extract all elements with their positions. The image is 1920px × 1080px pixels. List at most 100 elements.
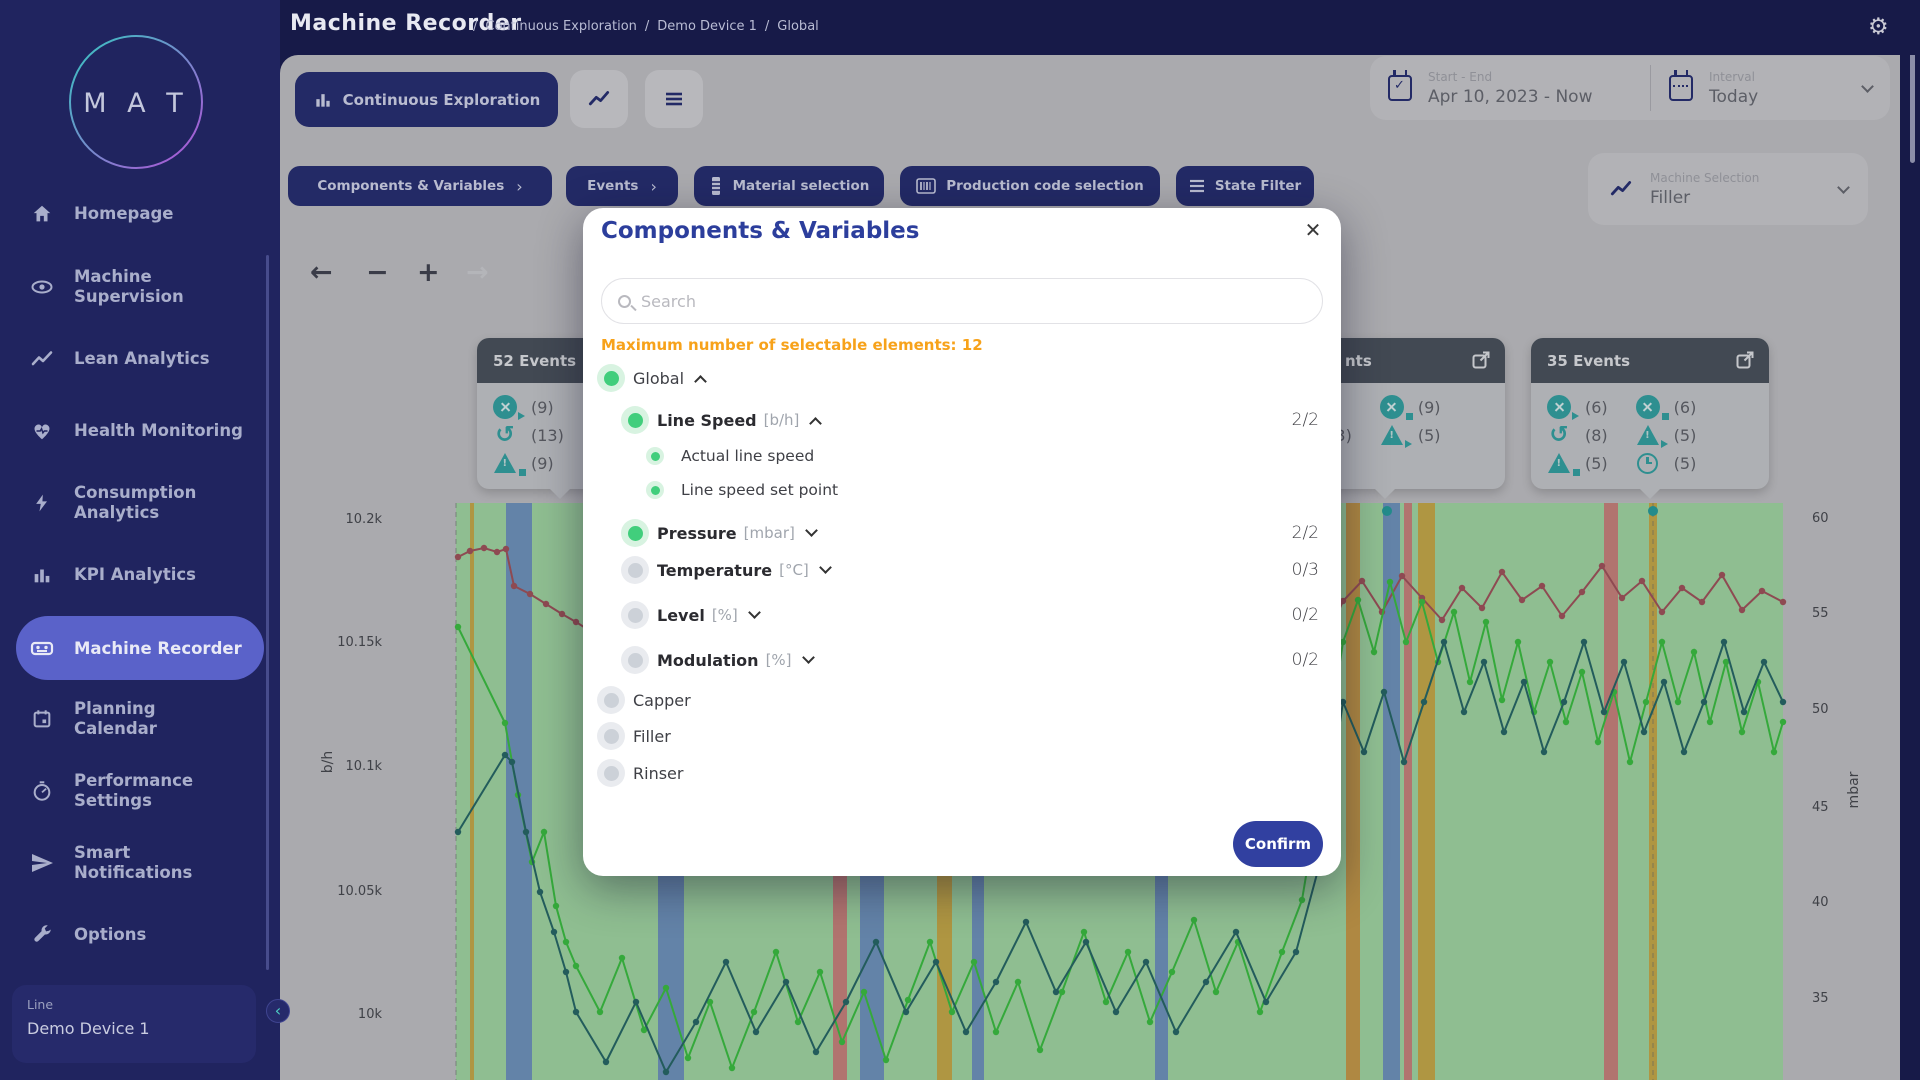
events-card-title: 52 Events <box>493 352 576 370</box>
tree-item-pressure[interactable]: Pressure [mbar] 2/2 <box>583 518 1341 548</box>
radio-unselected-icon[interactable] <box>621 601 649 629</box>
radio-selected-icon[interactable] <box>621 519 649 547</box>
close-icon[interactable]: ✕ <box>1299 216 1327 244</box>
forward-arrow-button[interactable]: → <box>466 255 489 291</box>
date-range-picker[interactable]: ✓ Start - End Apr 10, 2023 - Now <box>1370 56 1650 120</box>
sidebar-item-consumption-analytics[interactable]: Consumption Analytics <box>30 483 254 523</box>
radio-unselected-icon[interactable] <box>621 556 649 584</box>
breadcrumb-item[interactable]: Continuous Exploration <box>485 19 637 34</box>
warning-square-icon <box>1545 450 1573 476</box>
radio-selected-icon[interactable] <box>646 481 664 499</box>
chevron-right-icon: › <box>650 177 656 196</box>
breadcrumb-item[interactable]: Demo Device 1 <box>657 19 757 34</box>
settings-gear-icon[interactable]: ⚙ <box>1868 13 1889 41</box>
chevron-up-icon[interactable] <box>694 375 707 388</box>
card-pointer <box>1639 488 1661 499</box>
mat-logo: M A T <box>68 34 204 170</box>
search-input[interactable] <box>641 292 1306 311</box>
event-badge: ↺ (8) <box>1545 421 1608 449</box>
filter-components-variables[interactable]: Components & Variables › <box>288 166 552 206</box>
filter-production-code[interactable]: Production code selection <box>900 166 1160 206</box>
warning-play-icon <box>1378 422 1406 448</box>
tree-item-global[interactable]: Global <box>583 363 1341 393</box>
tree-item-modulation[interactable]: Modulation [%] 0/2 <box>583 645 1341 675</box>
sidebar-item-machine-supervision[interactable]: Machine Supervision <box>30 267 254 307</box>
breadcrumb: / Continuous Exploration / Demo Device 1… <box>473 19 819 34</box>
list-view-button[interactable] <box>645 70 703 128</box>
chevron-down-icon[interactable] <box>805 524 818 537</box>
sidebar-item-label: Consumption Analytics <box>74 483 224 523</box>
sidebar-item-label: Lean Analytics <box>74 349 210 369</box>
sidebar-item-options[interactable]: Options <box>30 923 254 947</box>
sidebar-item-planning-calendar[interactable]: Planning Calendar <box>30 699 254 739</box>
sidebar-item-performance-settings[interactable]: Performance Settings <box>30 771 254 811</box>
sidebar-item-health-monitoring[interactable]: Health Monitoring <box>30 419 254 443</box>
selection-count: 2/2 <box>1292 523 1319 543</box>
max-elements-note: Maximum number of selectable elements: 1… <box>601 336 983 354</box>
event-badge: (5) <box>1545 449 1608 477</box>
hamburger-icon <box>662 87 686 111</box>
zoom-out-button[interactable]: − <box>366 255 389 291</box>
event-badge: (9) <box>1378 393 1441 421</box>
error-circle-play-icon <box>491 394 519 420</box>
sidebar-item-homepage[interactable]: Homepage <box>30 202 254 226</box>
tree-item-capper[interactable]: Capper <box>583 685 1341 715</box>
interval-label: Interval <box>1709 70 1758 84</box>
tree-item-line-speed[interactable]: Line Speed [b/h] 2/2 <box>583 405 1341 435</box>
breadcrumb-item[interactable]: Global <box>777 19 818 34</box>
error-circle-square-icon <box>1634 394 1662 420</box>
chevron-down-icon[interactable] <box>802 651 815 664</box>
chevron-down-icon[interactable] <box>748 606 761 619</box>
filter-state[interactable]: State Filter <box>1176 166 1314 206</box>
sidebar-item-label: KPI Analytics <box>74 565 196 585</box>
sidebar-item-label: Health Monitoring <box>74 421 243 441</box>
page-scrollbar[interactable] <box>1910 48 1915 163</box>
radio-selected-icon[interactable] <box>597 364 625 392</box>
sidebar-item-label: Planning Calendar <box>74 699 224 739</box>
open-in-new-icon[interactable] <box>1735 350 1755 370</box>
tree-item-temperature[interactable]: Temperature [°C] 0/3 <box>583 555 1341 585</box>
trend-icon <box>1608 176 1634 202</box>
zoom-in-button[interactable]: + <box>417 255 440 291</box>
sidebar-collapse-button[interactable]: ‹ <box>266 999 290 1023</box>
interval-select[interactable]: Interval Today <box>1651 56 1890 120</box>
tab-continuous-exploration[interactable]: Continuous Exploration <box>295 72 558 127</box>
open-in-new-icon[interactable] <box>1471 350 1491 370</box>
line-view-button[interactable] <box>570 70 628 128</box>
tree-item-rinser[interactable]: Rinser <box>583 758 1341 788</box>
components-variables-modal: Components & Variables ✕ Maximum number … <box>583 208 1341 876</box>
sidebar-item-kpi-analytics[interactable]: KPI Analytics <box>30 563 254 587</box>
sidebar-scrollbar[interactable] <box>266 255 269 970</box>
search-icon <box>618 295 631 308</box>
sidebar-item-lean-analytics[interactable]: Lean Analytics <box>30 347 254 371</box>
radio-unselected-icon[interactable] <box>621 646 649 674</box>
confirm-button[interactable]: Confirm <box>1233 821 1323 867</box>
event-badge: (5) <box>1378 421 1441 449</box>
back-arrow-button[interactable]: ← <box>310 255 333 291</box>
filter-label: Events <box>587 178 638 194</box>
chevron-down-icon[interactable] <box>819 561 832 574</box>
sidebar-item-label: Machine Supervision <box>74 267 224 307</box>
chevron-up-icon[interactable] <box>810 417 823 430</box>
radio-unselected-icon[interactable] <box>597 759 625 787</box>
sidebar-item-machine-recorder[interactable]: Machine Recorder <box>16 616 264 680</box>
gauge-icon <box>30 779 54 803</box>
sidebar-item-smart-notifications[interactable]: Smart Notifications <box>30 843 254 883</box>
machine-selection-dropdown[interactable]: Machine Selection Filler <box>1588 153 1868 225</box>
tree-item-line-speed-set-point[interactable]: Line speed set point <box>583 475 1341 505</box>
filter-events[interactable]: Events › <box>566 166 678 206</box>
events-card-35[interactable]: 35 Events (6) ↺ (8) (5) (6) <box>1531 338 1769 489</box>
tree-item-level[interactable]: Level [%] 0/2 <box>583 600 1341 630</box>
tree-item-filler[interactable]: Filler <box>583 721 1341 751</box>
machine-selection-value: Filler <box>1650 188 1759 208</box>
radio-selected-icon[interactable] <box>621 406 649 434</box>
filter-material-selection[interactable]: Material selection <box>694 166 884 206</box>
tree-item-actual-line-speed[interactable]: Actual line speed <box>583 441 1341 471</box>
collapse-left-icon: ‹ <box>275 1001 281 1020</box>
radio-unselected-icon[interactable] <box>597 722 625 750</box>
radio-unselected-icon[interactable] <box>597 686 625 714</box>
svg-text:M A T: M A T <box>83 88 188 119</box>
radio-selected-icon[interactable] <box>646 447 664 465</box>
filter-lines-icon <box>1189 179 1205 193</box>
selection-count: 2/2 <box>1292 410 1319 430</box>
